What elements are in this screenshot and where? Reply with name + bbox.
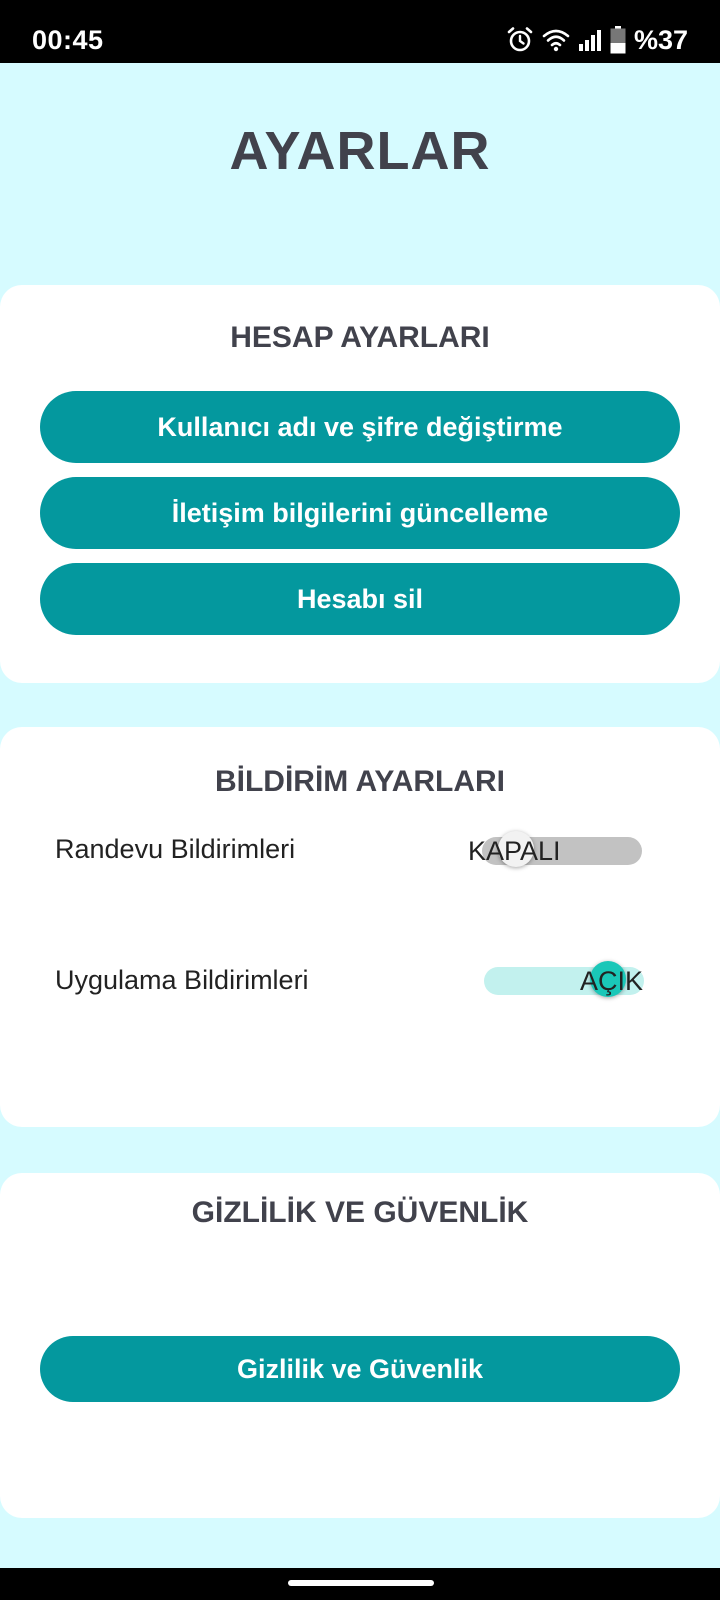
alarm-icon — [506, 26, 534, 54]
home-gesture-handle[interactable] — [288, 1580, 434, 1586]
wifi-icon — [542, 27, 570, 53]
account-settings-card: HESAP AYARLARI Kullanıcı adı ve şifre de… — [0, 285, 720, 683]
status-icons: %37 — [506, 24, 688, 56]
privacy-security-title: GİZLİLİK VE GÜVENLİK — [191, 1196, 529, 1229]
update-contact-info-button[interactable]: İletişim bilgilerini güncelleme — [40, 477, 680, 549]
app-notifications-toggle[interactable]: AÇIK — [484, 961, 644, 997]
privacy-security-card: GİZLİLİK VE GÜVENLİK Gizlilik ve Güvenli… — [0, 1173, 720, 1518]
change-username-password-button[interactable]: Kullanıcı adı ve şifre değiştirme — [40, 391, 680, 463]
notification-settings-card: BİLDİRİM AYARLARI Randevu Bildirimleri K… — [0, 727, 720, 1127]
toggle-state-text: KAPALI — [468, 836, 561, 866]
notification-settings-title: BİLDİRİM AYARLARI — [214, 765, 506, 798]
appointment-notifications-toggle[interactable]: KAPALI — [468, 831, 642, 867]
privacy-security-button[interactable]: Gizlilik ve Güvenlik — [40, 1336, 680, 1402]
status-time: 00:45 — [32, 25, 104, 55]
appointment-notifications-label: Randevu Bildirimleri — [55, 834, 296, 864]
page-title: AYARLAR — [229, 121, 491, 181]
signal-icon — [578, 28, 602, 52]
account-settings-title: HESAP AYARLARI — [230, 321, 490, 354]
battery-icon — [610, 26, 626, 54]
navigation-bar — [0, 1568, 720, 1600]
battery-percent: %37 — [633, 24, 688, 55]
app-notifications-label: Uygulama Bildirimleri — [55, 965, 309, 995]
status-bar: 00:45 %37 — [0, 0, 720, 63]
toggle-state-text: AÇIK — [580, 966, 644, 996]
delete-account-button[interactable]: Hesabı sil — [40, 563, 680, 635]
